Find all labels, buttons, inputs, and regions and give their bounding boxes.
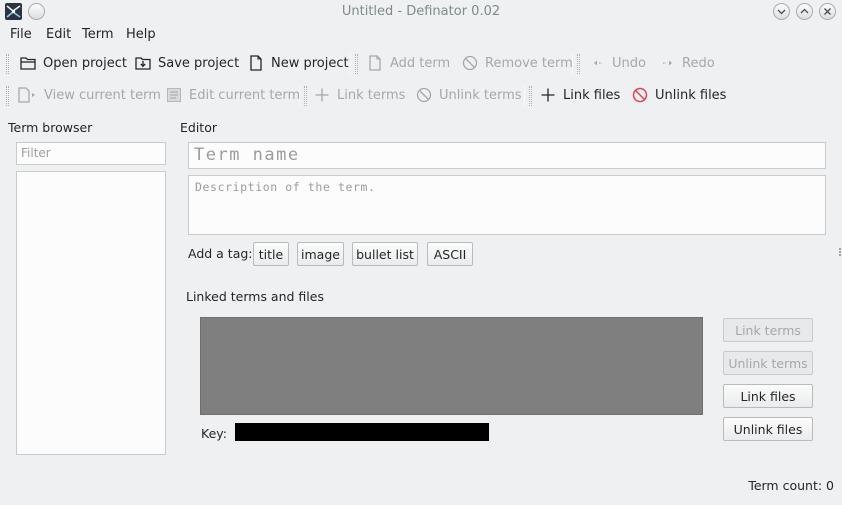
plus-icon <box>315 88 329 102</box>
close-button[interactable] <box>819 3 836 20</box>
plus-icon <box>541 88 555 102</box>
app-window: Untitled - Definator 0.02 File Edit Term… <box>0 0 842 505</box>
open-project-label: Open project <box>43 55 127 71</box>
remove-term-button[interactable]: Remove term <box>461 51 573 75</box>
toolbar-separator <box>350 53 351 75</box>
add-term-button[interactable]: Add term <box>366 51 450 75</box>
add-document-icon <box>369 55 381 71</box>
edit-icon <box>167 88 181 102</box>
unlink-files-button[interactable]: Unlink files <box>631 83 726 107</box>
new-project-label: New project <box>271 55 349 71</box>
unlink-files-side-button[interactable]: Unlink files <box>723 417 813 441</box>
redo-button[interactable]: Redo <box>660 51 715 75</box>
window-title: Untitled - Definator 0.02 <box>341 4 501 19</box>
minimize-button[interactable] <box>773 3 790 20</box>
linked-section-label: Linked terms and files <box>186 289 324 304</box>
remove-icon <box>416 87 432 103</box>
toolbar-handle[interactable] <box>529 86 532 106</box>
link-terms-button[interactable]: Link terms <box>313 83 405 107</box>
remove-icon <box>632 87 648 103</box>
add-term-label: Add term <box>390 55 451 71</box>
save-icon <box>135 57 151 70</box>
edit-current-term-label: Edit current term <box>189 87 301 103</box>
view-current-term-button[interactable]: View current term <box>16 83 161 107</box>
add-tag-label: Add a tag: <box>188 246 253 261</box>
unlink-files-label: Unlink files <box>655 87 727 103</box>
link-files-button[interactable]: Link files <box>539 83 620 107</box>
term-count-status: Term count: 0 <box>748 478 834 493</box>
menu-file[interactable]: File <box>10 27 32 42</box>
toolbar-separator <box>524 85 525 107</box>
tag-image-button[interactable]: image <box>297 242 344 266</box>
term-list[interactable] <box>16 171 166 455</box>
toolbar-handle[interactable] <box>304 86 307 106</box>
undo-label: Undo <box>612 55 646 71</box>
menu-bar: File Edit Term Help <box>0 24 842 46</box>
link-terms-label: Link terms <box>337 87 406 103</box>
chevron-down-icon <box>777 9 786 15</box>
menu-term[interactable]: Term <box>82 27 114 42</box>
unlink-terms-button[interactable]: Unlink terms <box>415 83 522 107</box>
new-document-icon <box>250 55 262 71</box>
key-legend-bar <box>235 423 489 441</box>
filter-input[interactable]: Filter <box>16 142 166 165</box>
unlink-terms-label: Unlink terms <box>439 87 522 103</box>
link-files-side-button[interactable]: Link files <box>723 384 813 408</box>
term-name-input[interactable]: Term name <box>188 142 826 169</box>
undo-icon <box>594 60 602 66</box>
open-project-button[interactable]: Open project <box>19 51 127 75</box>
edit-current-term-button[interactable]: Edit current term <box>165 83 300 107</box>
splitter-handle[interactable] <box>839 248 841 256</box>
toolbar-separator <box>572 53 573 75</box>
tag-bullet-list-button[interactable]: bullet list <box>352 242 418 266</box>
term-browser-label: Term browser <box>8 120 93 135</box>
undo-button[interactable]: Undo <box>590 51 646 75</box>
remove-icon <box>462 55 478 71</box>
term-description-input[interactable]: Description of the term. <box>188 175 826 235</box>
key-label: Key: <box>201 426 227 441</box>
link-files-label: Link files <box>563 87 621 103</box>
main-toolbar: Open project Save project New project Ad… <box>0 48 842 78</box>
save-project-button[interactable]: Save project <box>134 51 239 75</box>
toolbar-separator <box>299 85 300 107</box>
unlink-terms-side-button[interactable]: Unlink terms <box>723 351 813 375</box>
save-project-label: Save project <box>158 55 240 71</box>
view-current-term-label: View current term <box>44 87 161 103</box>
toolbar-handle[interactable] <box>6 54 9 74</box>
toolbar-handle[interactable] <box>577 54 580 74</box>
chevron-up-icon <box>800 8 809 14</box>
tag-title-button[interactable]: title <box>253 242 289 266</box>
remove-term-label: Remove term <box>485 55 573 71</box>
linked-items-view[interactable] <box>200 317 703 415</box>
menu-edit[interactable]: Edit <box>46 27 71 42</box>
folder-open-icon <box>20 57 36 70</box>
link-terms-side-button[interactable]: Link terms <box>723 318 813 342</box>
toolbar-handle[interactable] <box>6 86 9 106</box>
term-toolbar: View current term Edit current term Link… <box>0 80 842 110</box>
view-document-icon <box>18 87 35 103</box>
redo-icon <box>663 60 672 66</box>
close-icon <box>824 8 831 15</box>
title-bar: Untitled - Definator 0.02 <box>0 0 842 24</box>
toolbar-handle[interactable] <box>355 54 358 74</box>
editor-label: Editor <box>180 120 217 135</box>
new-project-button[interactable]: New project <box>247 51 349 75</box>
tag-ascii-button[interactable]: ASCII <box>427 242 473 266</box>
maximize-button[interactable] <box>796 3 813 20</box>
redo-label: Redo <box>682 55 715 71</box>
menu-help[interactable]: Help <box>126 27 156 42</box>
